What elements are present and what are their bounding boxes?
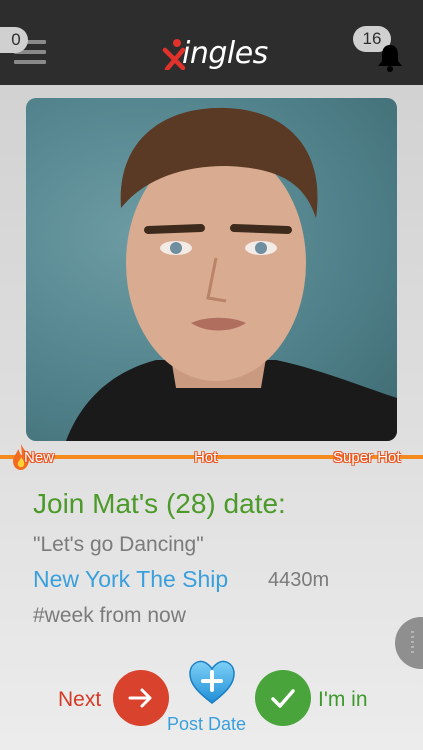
arrow-right-icon xyxy=(128,688,152,708)
heat-label-hot: Hot xyxy=(194,449,218,466)
date-when: #week from now xyxy=(33,604,186,627)
im-in-label[interactable]: I'm in xyxy=(318,688,368,712)
portrait-image xyxy=(66,107,397,441)
logo-text: ingles xyxy=(182,36,268,71)
date-quote: "Let's go Dancing" xyxy=(33,533,204,556)
heat-label-new: New xyxy=(24,449,55,466)
top-bar: 0 ingles 16 xyxy=(0,0,423,85)
profile-photo[interactable] xyxy=(26,98,397,441)
next-label[interactable]: Next xyxy=(58,688,101,712)
next-button[interactable] xyxy=(113,670,169,726)
distance-label: 4430m xyxy=(268,569,330,591)
heat-label-super-hot: Super Hot xyxy=(333,449,401,466)
venue-link[interactable]: New York The Ship xyxy=(33,566,228,593)
side-drawer-handle[interactable] xyxy=(395,617,423,669)
im-in-button[interactable] xyxy=(255,670,311,726)
checkmark-icon xyxy=(271,689,295,708)
menu-badge: 0 xyxy=(0,27,28,53)
post-date-label[interactable]: Post Date xyxy=(167,714,246,735)
post-date-heart-button[interactable] xyxy=(187,657,237,707)
date-title: Join Mat's (28) date: xyxy=(33,488,286,519)
bell-icon[interactable] xyxy=(375,42,405,72)
